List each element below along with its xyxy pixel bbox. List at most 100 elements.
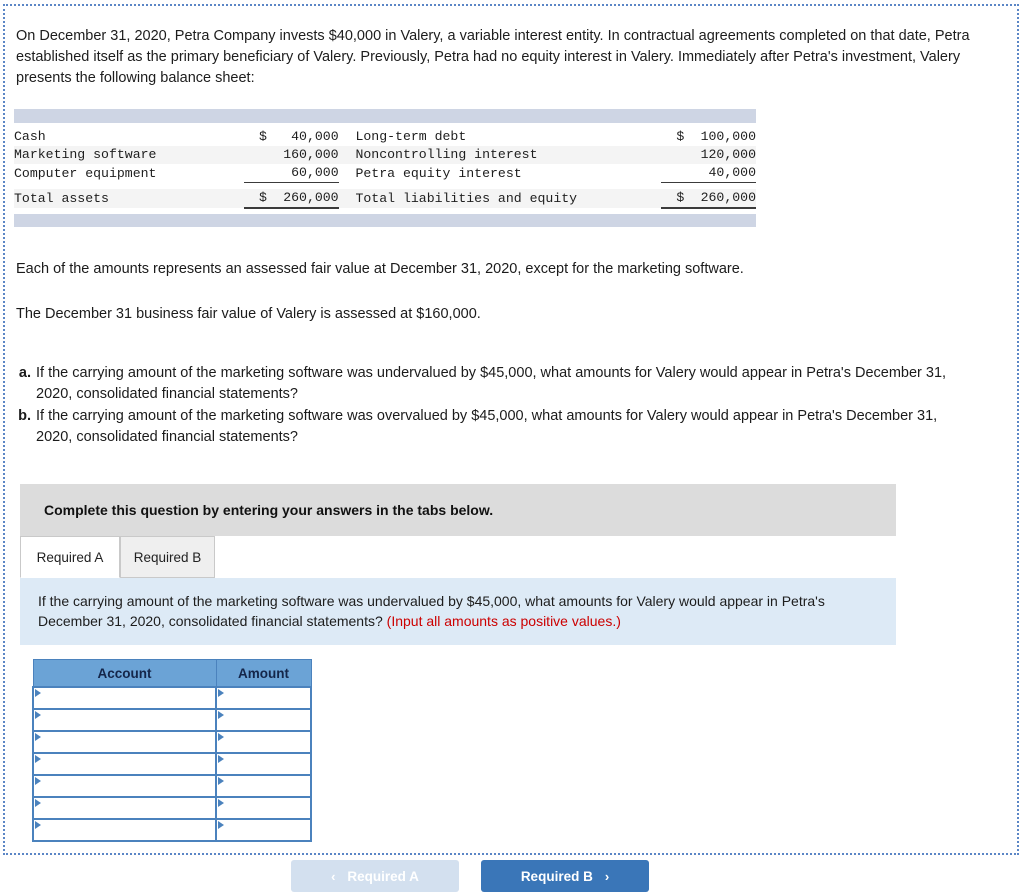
account-cell[interactable]	[32, 774, 217, 798]
amount-cell[interactable]	[215, 686, 312, 710]
bs-total-asset-currency: $	[243, 189, 267, 209]
bs-total-liab-label: Total liabilities and equity	[355, 189, 662, 208]
balance-sheet-top-band	[14, 109, 756, 123]
requirement-b-text: If the carrying amount of the marketing …	[36, 408, 938, 445]
amount-cell[interactable]	[215, 796, 312, 820]
account-cell[interactable]	[32, 818, 217, 842]
cell-marker-icon	[35, 777, 41, 785]
tab-bar: Required A Required B	[20, 536, 896, 578]
statement-fair-value: Each of the amounts represents an assess…	[16, 261, 744, 277]
account-cell[interactable]	[32, 686, 217, 710]
bs-gap	[339, 164, 356, 183]
cell-marker-icon	[35, 755, 41, 763]
table-row-total: Total assets $ 260,000 Total liabilities…	[14, 189, 756, 209]
bs-asset-label: Marketing software	[14, 146, 244, 164]
bs-asset-currency	[243, 146, 267, 164]
tab-required-a[interactable]: Required A	[20, 536, 120, 578]
bs-asset-currency: $	[259, 129, 267, 144]
bs-liab-amount: 40,000	[684, 164, 756, 183]
instruction-box: If the carrying amount of the marketing …	[20, 578, 896, 645]
bs-asset-amount: 40,000	[291, 129, 339, 144]
requirement-b-letter: b.	[18, 408, 31, 424]
bs-liab-currency	[661, 146, 685, 164]
requirement-a-text: If the carrying amount of the marketing …	[36, 365, 947, 402]
amount-cell[interactable]	[215, 774, 312, 798]
bs-liab-currency: $	[676, 129, 685, 144]
bs-liab-label: Petra equity interest	[355, 165, 522, 181]
bs-total-asset-label: Total assets	[14, 189, 244, 208]
requirements-list: a. If the carrying amount of the marketi…	[16, 363, 1024, 448]
requirement-a-letter: a.	[18, 365, 31, 381]
question-content: On December 31, 2020, Petra Company inve…	[0, 0, 1024, 892]
bs-asset-amount: 160,000	[266, 146, 339, 164]
cell-marker-icon	[218, 821, 224, 829]
table-row	[32, 730, 312, 754]
bs-asset-label: Cash	[14, 129, 46, 144]
cell-marker-icon	[35, 711, 41, 719]
balance-sheet-bottom-band	[14, 214, 756, 227]
table-row: Cash $ 40,000 Long-term debt $ 100,000	[14, 128, 756, 146]
bs-total-asset-amount: 260,000	[266, 189, 339, 209]
intro-paragraph: On December 31, 2020, Petra Company inve…	[16, 28, 970, 86]
bs-total-liab-amount: 260,000	[684, 189, 756, 209]
nav-button-row: ‹ Required A Required B ›	[32, 860, 908, 892]
balance-sheet: Cash $ 40,000 Long-term debt $ 100,000 M…	[14, 109, 756, 227]
cell-marker-icon	[35, 821, 41, 829]
table-row: Computer equipment 60,000 Petra equity i…	[14, 164, 756, 183]
account-cell[interactable]	[32, 708, 217, 732]
amount-cell[interactable]	[215, 752, 312, 776]
account-cell[interactable]	[32, 752, 217, 776]
table-row	[32, 796, 312, 820]
bs-liab-currency	[661, 164, 685, 183]
bs-asset-amount: 60,000	[266, 164, 339, 183]
table-row: Marketing software 160,000 Noncontrollin…	[14, 146, 756, 164]
column-header-account: Account	[32, 659, 217, 688]
cell-marker-icon	[218, 711, 224, 719]
account-cell[interactable]	[32, 796, 217, 820]
cell-marker-icon	[35, 689, 41, 697]
cell-marker-icon	[218, 733, 224, 741]
bs-asset-currency	[243, 164, 267, 183]
bs-gap	[339, 128, 356, 146]
cell-marker-icon	[218, 799, 224, 807]
account-cell[interactable]	[32, 730, 217, 754]
amount-cell[interactable]	[215, 818, 312, 842]
answer-table-header-row: Account Amount	[32, 659, 312, 688]
column-header-amount: Amount	[215, 659, 312, 688]
cell-marker-icon	[218, 689, 224, 697]
complete-question-banner: Complete this question by entering your …	[20, 484, 896, 536]
cell-marker-icon	[218, 777, 224, 785]
bs-gap	[338, 146, 356, 164]
cell-marker-icon	[218, 755, 224, 763]
cell-marker-icon	[35, 799, 41, 807]
bs-liab-amount: 120,000	[684, 146, 756, 164]
amount-cell[interactable]	[215, 708, 312, 732]
statement-business-fair-value: The December 31 business fair value of V…	[16, 306, 481, 322]
answer-table: Account Amount	[32, 659, 312, 842]
table-row	[32, 708, 312, 732]
table-row	[32, 752, 312, 776]
prev-required-a-button[interactable]: ‹ Required A	[291, 860, 459, 892]
table-row	[32, 774, 312, 798]
requirement-b: b. If the carrying amount of the marketi…	[16, 406, 1024, 448]
tab-required-b[interactable]: Required B	[120, 536, 215, 578]
bs-liab-label: Long-term debt	[355, 129, 467, 144]
answer-table-body	[32, 686, 312, 842]
bs-asset-label: Computer equipment	[14, 165, 157, 181]
next-required-b-button[interactable]: Required B ›	[481, 860, 649, 892]
cell-marker-icon	[35, 733, 41, 741]
table-row	[32, 818, 312, 842]
balance-sheet-table: Cash $ 40,000 Long-term debt $ 100,000 M…	[14, 128, 756, 209]
bs-gap	[338, 189, 356, 208]
prev-button-label: Required A	[347, 868, 419, 884]
instruction-hint: (Input all amounts as positive values.)	[386, 613, 621, 629]
amount-cell[interactable]	[215, 730, 312, 754]
chevron-left-icon: ‹	[331, 868, 336, 884]
requirement-a: a. If the carrying amount of the marketi…	[16, 363, 1024, 405]
table-row	[32, 686, 312, 710]
next-button-label: Required B	[520, 868, 593, 884]
bs-liab-amount: 100,000	[700, 129, 756, 144]
bs-liab-label: Noncontrolling interest	[355, 146, 662, 164]
bs-total-liab-currency: $	[661, 189, 685, 209]
chevron-right-icon: ›	[604, 868, 610, 884]
